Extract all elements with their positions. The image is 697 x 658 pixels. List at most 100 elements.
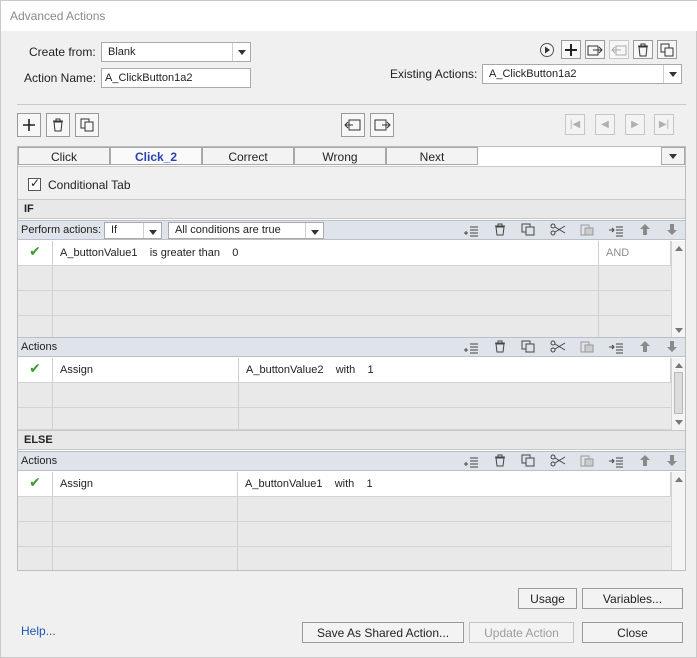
export-button[interactable] (609, 40, 629, 59)
table-row[interactable] (18, 497, 671, 522)
conditional-tab-checkbox[interactable] (28, 176, 41, 191)
insert-row-icon (464, 343, 478, 353)
tab-next[interactable]: Next (386, 147, 478, 165)
cut-else-action-button[interactable] (549, 452, 567, 469)
copy-action-button[interactable] (519, 338, 537, 355)
condition-scrollbar[interactable] (671, 241, 685, 338)
move-else-down-button[interactable] (663, 452, 681, 469)
next-tab-button[interactable]: ▶ (625, 114, 645, 135)
arrow-down-icon (667, 455, 677, 466)
table-row[interactable]: ✔ Assign A_buttonValue1 with 1 (18, 472, 671, 497)
insert-action-below-button[interactable] (607, 338, 625, 355)
else-actions-scrollbar[interactable] (671, 472, 685, 570)
table-row[interactable] (18, 316, 671, 340)
cut-condition-button[interactable] (549, 221, 567, 238)
save-shared-action-button[interactable]: Save As Shared Action... (302, 622, 464, 643)
arrow-up-icon (640, 455, 650, 466)
table-row[interactable] (18, 383, 671, 408)
move-up-button[interactable] (636, 221, 654, 238)
insert-below-button[interactable] (607, 221, 625, 238)
update-action-button[interactable]: Update Action (469, 622, 574, 643)
check-icon: ✔ (18, 358, 53, 382)
tab-label: Click_2 (134, 150, 178, 164)
delete-else-action-button[interactable] (491, 452, 509, 469)
move-action-up-button[interactable] (636, 338, 654, 355)
trash-icon (495, 223, 505, 236)
add-tab-button[interactable] (17, 113, 41, 137)
usage-button[interactable]: Usage (518, 588, 577, 609)
move-else-up-button[interactable] (636, 452, 654, 469)
table-row[interactable]: ✔ A_buttonValue1 is greater than 0 AND (18, 241, 671, 266)
scroll-down-icon (675, 420, 683, 425)
cut-action-button[interactable] (549, 338, 567, 355)
table-cell (53, 291, 599, 315)
move-tab-left-button[interactable] (341, 113, 365, 137)
action-type[interactable]: Assign (53, 358, 239, 382)
add-action-button[interactable] (561, 40, 581, 59)
condition-operator: is greater than (149, 247, 221, 259)
chevron-down-icon (669, 154, 677, 159)
else-action-target: A_buttonValue1 (245, 478, 323, 490)
table-row[interactable] (18, 291, 671, 316)
insert-else-action-button[interactable] (462, 452, 480, 469)
move-action-down-button[interactable] (663, 338, 681, 355)
tab-wrong[interactable]: Wrong (294, 147, 386, 165)
close-button[interactable]: Close (582, 622, 683, 643)
else-section-header: ELSE (18, 430, 685, 450)
paste-else-action-button[interactable] (578, 452, 596, 469)
else-action-type[interactable]: Assign (53, 472, 238, 496)
first-tab-button[interactable]: |◀ (565, 114, 585, 135)
tab-click[interactable]: Click (18, 147, 110, 165)
tab-click-2[interactable]: Click_2 (110, 147, 202, 165)
create-from-dropdown[interactable]: Blank (101, 42, 251, 62)
insert-action-button[interactable] (462, 338, 480, 355)
else-action-value: 1 (366, 478, 373, 490)
tab-label: Wrong (322, 150, 358, 164)
existing-actions-dropdown[interactable]: A_ClickButton1a2 (482, 64, 682, 84)
variables-button[interactable]: Variables... (582, 588, 683, 609)
import-button[interactable] (585, 40, 605, 59)
skip-last-icon: ▶| (658, 119, 670, 130)
duplicate-action-button[interactable] (657, 40, 677, 59)
else-actions-label: Actions (21, 455, 58, 467)
condition-connector[interactable]: AND (599, 241, 671, 265)
table-row[interactable] (18, 266, 671, 291)
delete-action-row-button[interactable] (491, 338, 509, 355)
insert-condition-button[interactable] (462, 221, 480, 238)
actions-label: Actions (21, 341, 58, 353)
last-tab-button[interactable]: ▶| (654, 114, 674, 135)
condition-expression[interactable]: A_buttonValue1 is greater than 0 (53, 241, 599, 265)
action-name-input[interactable]: A_ClickButton1a2 (101, 68, 251, 88)
help-link[interactable]: Help... (21, 624, 56, 638)
table-row[interactable] (18, 547, 671, 570)
action-params[interactable]: A_buttonValue2 with 1 (239, 358, 671, 382)
move-tab-right-button[interactable] (370, 113, 394, 137)
advanced-actions-dialog: Advanced Actions Create from: Blank Acti… (0, 0, 697, 658)
scroll-thumb[interactable] (674, 372, 683, 414)
paste-action-button[interactable] (578, 338, 596, 355)
table-row[interactable] (18, 408, 671, 432)
delete-condition-button[interactable] (491, 221, 509, 238)
preview-button[interactable] (538, 41, 556, 59)
else-action-with-label: with (334, 478, 355, 490)
prev-tab-button[interactable]: ◀ (595, 114, 615, 135)
table-row[interactable]: ✔ Assign A_buttonValue2 with 1 (18, 358, 671, 383)
paste-condition-button[interactable] (578, 221, 596, 238)
conditions-dropdown[interactable]: All conditions are true (168, 222, 324, 239)
delete-action-button[interactable] (633, 40, 653, 59)
trash-icon (495, 454, 505, 467)
trash-icon (638, 43, 648, 56)
copy-tab-button[interactable] (75, 113, 99, 137)
tab-list-dropdown[interactable] (661, 147, 685, 165)
copy-condition-button[interactable] (519, 221, 537, 238)
if-actions-scrollbar[interactable] (671, 358, 685, 430)
insert-else-below-button[interactable] (607, 452, 625, 469)
else-action-params[interactable]: A_buttonValue1 with 1 (238, 472, 671, 496)
table-row[interactable] (18, 522, 671, 547)
copy-else-action-button[interactable] (519, 452, 537, 469)
move-down-button[interactable] (663, 221, 681, 238)
perform-if-dropdown[interactable]: If (104, 222, 162, 239)
delete-tab-button[interactable] (46, 113, 70, 137)
tab-correct[interactable]: Correct (202, 147, 294, 165)
actions-toolbar: Actions (18, 337, 685, 357)
